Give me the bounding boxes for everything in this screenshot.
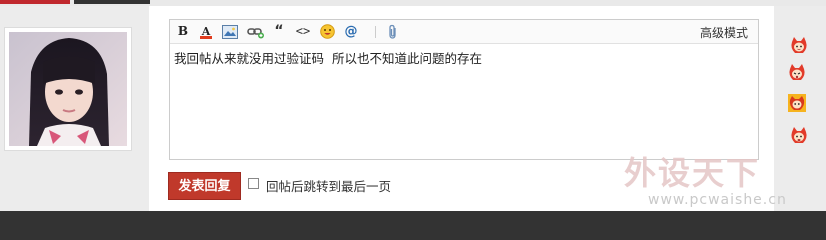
watermark-url: www.pcwaishe.cn [648,192,787,208]
jump-to-last-page-checkbox[interactable] [248,178,259,189]
font-color-icon[interactable]: A [197,23,215,40]
cat-emoji-icon[interactable] [789,36,809,56]
nav-indicator [74,0,150,4]
at-icon[interactable]: @ [342,23,360,40]
bold-icon[interactable]: B [174,23,192,40]
cat-emoji-icon[interactable] [787,63,807,83]
cat-emoji-icon[interactable] [787,93,807,113]
reply-editor: B A “ <> @ 高级模式 我回帖从来就没用过验证码 所以也不知道此问题的存… [169,19,759,160]
toolbar-divider [375,26,376,38]
active-nav-indicator [0,0,70,4]
editor-toolbar: B A “ <> @ 高级模式 [170,20,758,44]
quote-icon[interactable]: “ [270,23,288,40]
code-icon[interactable]: <> [294,23,312,40]
advanced-mode-link[interactable]: 高级模式 [700,24,748,41]
footer-bar [0,211,826,240]
submit-reply-button[interactable]: 发表回复 [168,172,241,200]
user-column [0,6,148,211]
image-icon[interactable] [221,23,239,40]
font-color-swatch [200,36,212,39]
reply-textarea[interactable]: 我回帖从来就没用过验证码 所以也不知道此问题的存在 [174,50,754,155]
link-icon[interactable] [247,23,265,40]
cat-emoji-icon[interactable] [789,126,809,146]
smiley-icon[interactable] [318,23,336,40]
avatar[interactable] [4,27,132,151]
avatar-image [9,32,127,146]
attachment-icon[interactable] [384,23,402,40]
jump-to-last-page-label[interactable]: 回帖后跳转到最后一页 [266,176,391,195]
watermark-brand: 外设天下 [624,154,761,192]
